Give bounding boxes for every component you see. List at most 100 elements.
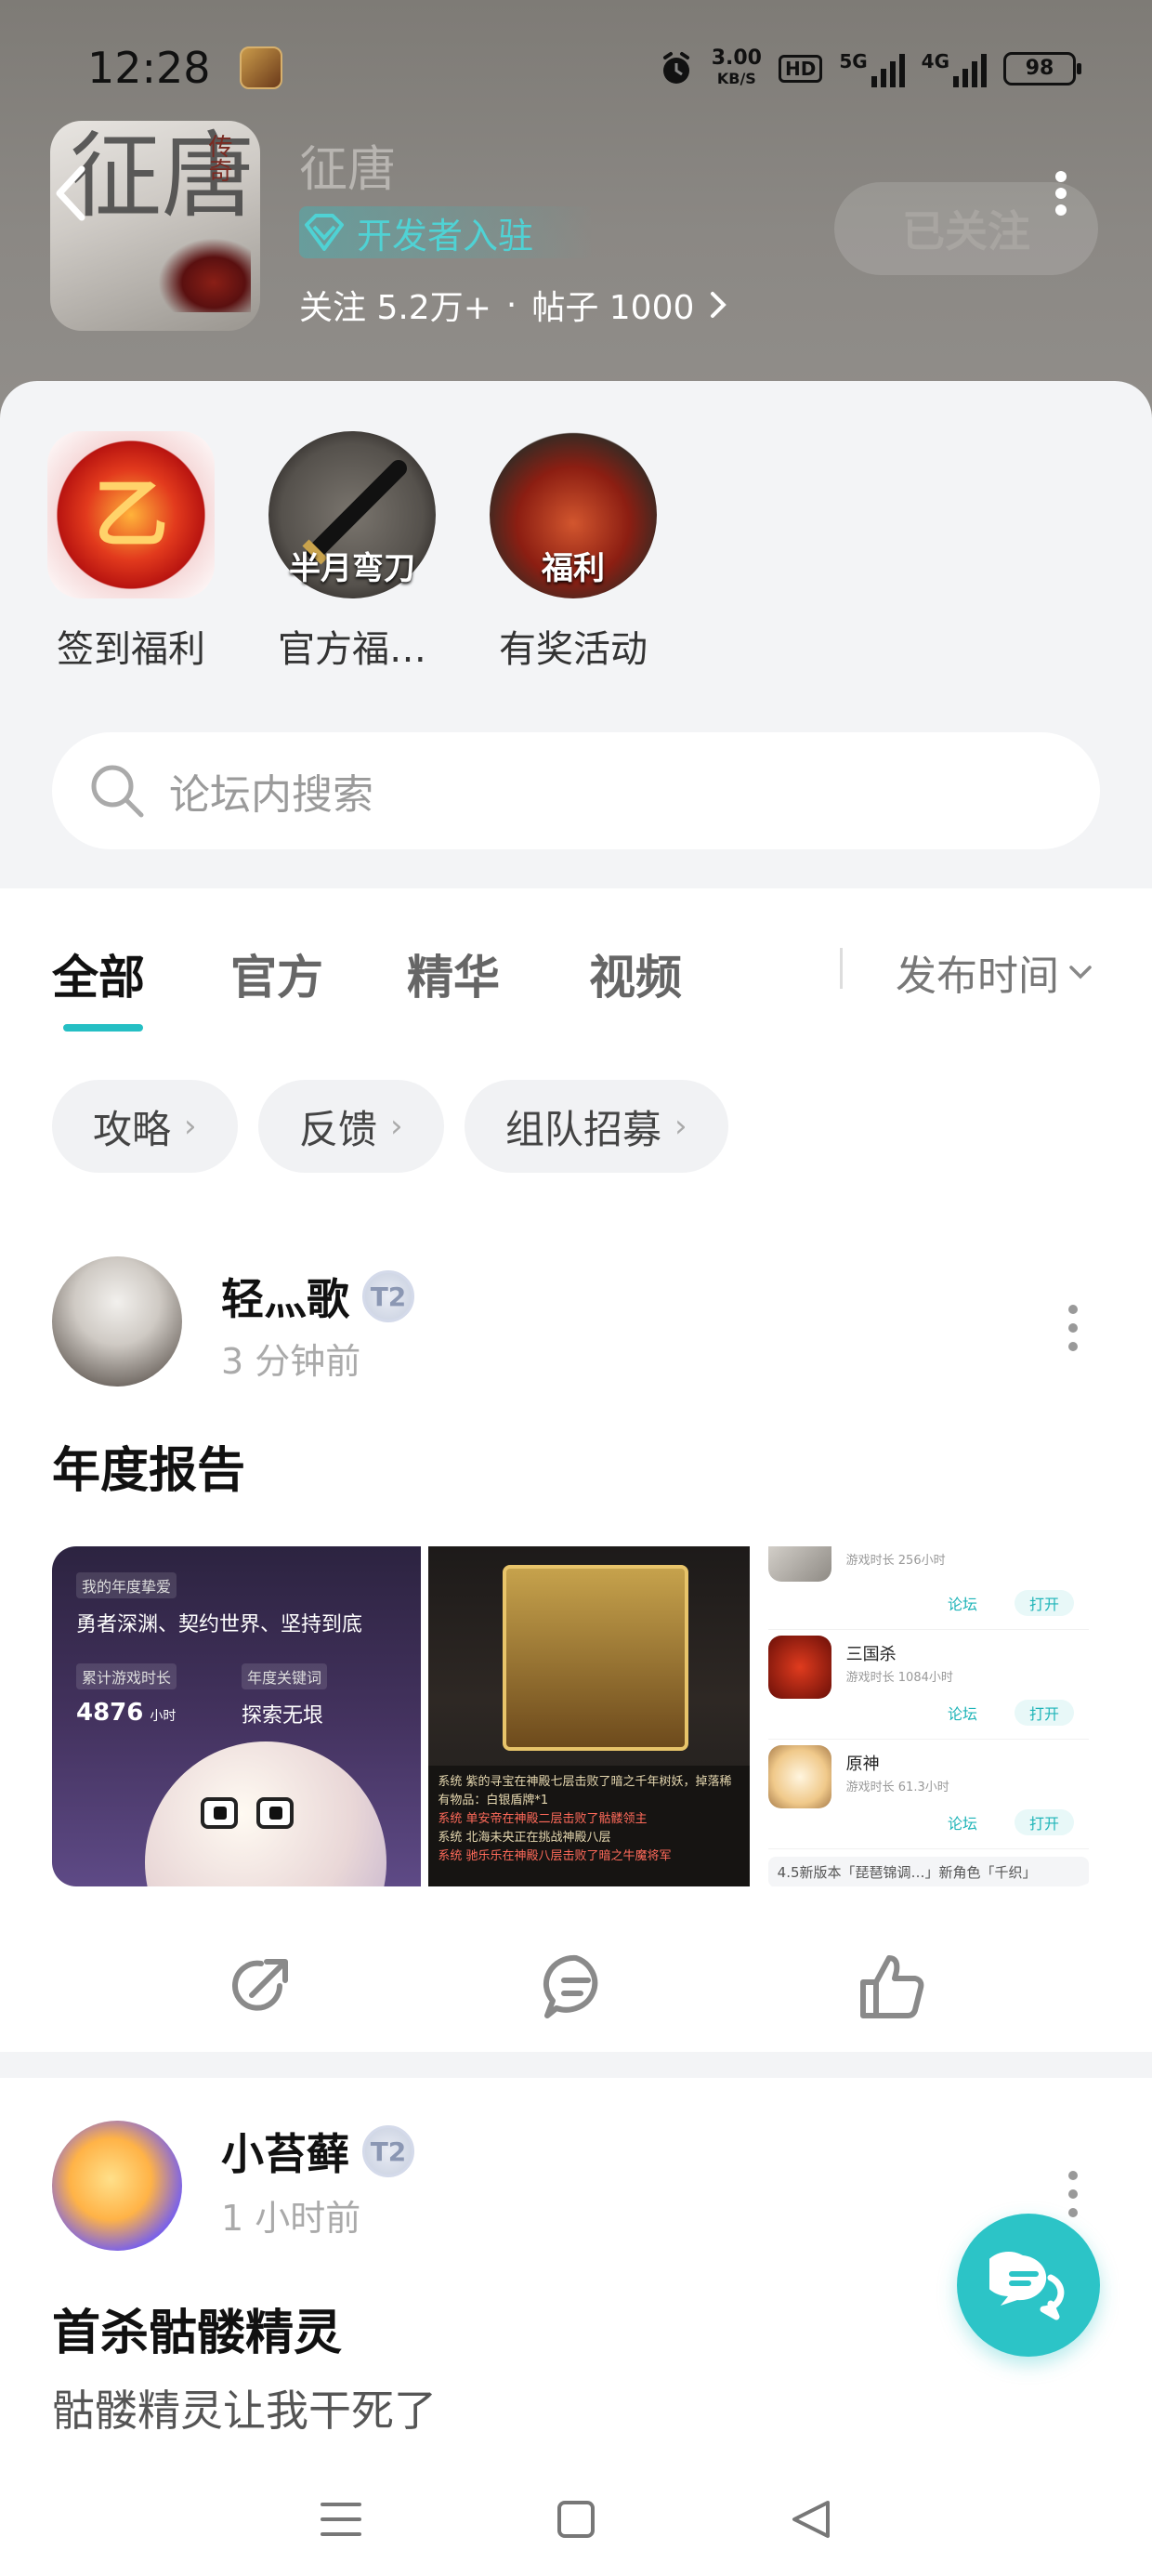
report-fav-value: 勇者深渊、契约世界、坚持到底 xyxy=(76,1613,363,1636)
chat-line: 系统 北海未央正在挑战神殿八层 xyxy=(438,1831,611,1845)
stats-separator: · xyxy=(505,285,517,324)
chevron-right-icon xyxy=(711,292,727,318)
battery-icon: 98 xyxy=(1003,52,1081,85)
chevron-down-icon xyxy=(1069,966,1092,979)
sort-label: 发布时间 xyxy=(896,953,1059,1000)
post-image-game-list[interactable]: 游戏时长 256小时 论坛 打开 三国杀 游戏时长 1084小时 论坛 打开 原… xyxy=(756,1546,1100,1886)
game-update-banner: 4.5新版本「琵琶锦调…」新角色「千织」 xyxy=(767,1857,1089,1886)
post-image-game-screenshot[interactable]: 系统 紫的寻宝在神殿七层击败了暗之千年树妖，掉落稀有物品：白银盾牌*1 系统 单… xyxy=(428,1546,750,1886)
signal-5g-icon: 5G xyxy=(839,50,905,87)
post-more-icon[interactable] xyxy=(1067,1305,1080,1351)
game-icon xyxy=(767,1546,831,1582)
post-author[interactable]: 轻灬歌 T2 xyxy=(221,1266,414,1327)
tab-featured[interactable]: 精华 xyxy=(407,940,500,1007)
chip-team-recruit[interactable]: 组队招募 › xyxy=(465,1080,728,1173)
chat-line: 系统 单安帝在神殿二层击败了骷髅领主 xyxy=(438,1812,648,1826)
chevron-right-icon: › xyxy=(674,1108,687,1145)
chevron-right-icon: › xyxy=(184,1108,197,1145)
quick-entry-label: 官方福… xyxy=(278,628,426,671)
sort-dropdown[interactable]: 发布时间 xyxy=(896,942,1093,1002)
post-body: 骷髅精灵让我干死了 xyxy=(52,2385,437,2436)
report-hours-unit: 小时 xyxy=(150,1709,177,1724)
back-icon[interactable] xyxy=(789,2497,833,2542)
prize-activity-icon: 福利 xyxy=(490,431,657,598)
post-card[interactable]: 轻灬歌 T2 3 分钟前 年度报告 我的年度挚爱 勇者深渊、契约世界、坚持到底 … xyxy=(0,1216,1152,2052)
back-button[interactable] xyxy=(43,156,98,230)
thumbs-up-icon xyxy=(860,1955,924,2018)
forum-logo-small-text: 传奇 xyxy=(204,134,232,182)
game-open-button: 打开 xyxy=(1014,1590,1074,1616)
tab-official[interactable]: 官方 xyxy=(230,940,323,1007)
username: 小苔藓 xyxy=(221,2129,349,2179)
post-time: 1 小时前 xyxy=(221,2198,361,2239)
chip-feedback[interactable]: 反馈 › xyxy=(258,1080,444,1173)
follow-count: 关注 5.2万+ xyxy=(299,289,491,327)
official-welfare-overlay: 半月弯刀 xyxy=(289,550,415,587)
new-post-button[interactable] xyxy=(957,2214,1100,2357)
post-author[interactable]: 小苔藓 T2 xyxy=(221,2121,414,2182)
network-speed: 3.00 KB/S xyxy=(712,48,762,89)
report-hours-value: 4876 xyxy=(76,1699,144,1727)
game-icon xyxy=(767,1636,831,1699)
prize-activity-overlay: 福利 xyxy=(542,550,605,587)
chat-bubbles-icon xyxy=(989,2252,1065,2320)
username: 轻灬歌 xyxy=(221,1274,349,1324)
quick-entry-label: 有奖活动 xyxy=(499,628,648,671)
quick-entry-prize-activity[interactable]: 福利 有奖活动 xyxy=(485,431,661,673)
quick-entry-label: 签到福利 xyxy=(57,628,205,671)
game-playtime: 游戏时长 256小时 xyxy=(845,1554,946,1568)
post-title: 首杀骷髅精灵 xyxy=(52,2306,343,2361)
active-tab-indicator xyxy=(63,1024,143,1032)
level-badge: T2 xyxy=(362,1270,414,1322)
game-forum-link: 论坛 xyxy=(947,1815,977,1833)
post-images[interactable]: 我的年度挚爱 勇者深渊、契约世界、坚持到底 累计游戏时长 4876 小时 年度关… xyxy=(52,1546,1100,1886)
avatar[interactable] xyxy=(52,1256,182,1387)
net-speed-value: 3.00 xyxy=(711,46,762,70)
quick-entry-sign-in[interactable]: 乙 签到福利 xyxy=(43,431,219,673)
avatar[interactable] xyxy=(52,2121,182,2251)
game-forum-link: 论坛 xyxy=(947,1705,977,1723)
game-name: 原神 xyxy=(845,1755,880,1774)
chevron-right-icon: › xyxy=(390,1108,403,1145)
quick-entry-official-welfare[interactable]: 半月弯刀 官方福… xyxy=(264,431,440,673)
post-more-icon[interactable] xyxy=(1067,2171,1080,2217)
search-input[interactable]: 论坛内搜索 xyxy=(52,732,1100,849)
game-list-row: 游戏时长 256小时 论坛 打开 xyxy=(767,1546,1089,1630)
chip-guide[interactable]: 攻略 › xyxy=(52,1080,238,1173)
signal-5g-label: 5G xyxy=(839,50,868,72)
game-icon xyxy=(767,1745,831,1808)
signal-4g-label: 4G xyxy=(921,50,949,72)
share-button[interactable] xyxy=(218,1945,302,2029)
search-icon xyxy=(91,765,144,818)
developer-badge[interactable]: 开发者入驻 xyxy=(299,206,595,258)
signal-4g-icon: 4G xyxy=(922,50,987,87)
post-actions xyxy=(0,1922,1152,2052)
game-chat-log: 系统 紫的寻宝在神殿七层击败了暗之千年树妖，掉落稀有物品：白银盾牌*1 系统 单… xyxy=(428,1766,750,1886)
post-title: 年度报告 xyxy=(52,1443,246,1499)
game-card-illustration xyxy=(503,1565,689,1751)
tab-video[interactable]: 视频 xyxy=(589,940,682,1007)
pixel-eye-left xyxy=(201,1797,238,1829)
comment-button[interactable] xyxy=(534,1945,618,2029)
chip-label: 组队招募 xyxy=(505,1106,662,1152)
more-options-icon[interactable] xyxy=(1054,171,1068,216)
hd-icon: HD xyxy=(778,55,823,83)
pixel-eye-right xyxy=(256,1797,294,1829)
post-image-annual-report[interactable]: 我的年度挚爱 勇者深渊、契约世界、坚持到底 累计游戏时长 4876 小时 年度关… xyxy=(52,1546,422,1886)
official-welfare-icon: 半月弯刀 xyxy=(268,431,436,598)
status-time: 12:28 xyxy=(87,43,211,93)
game-open-button: 打开 xyxy=(1014,1809,1074,1835)
report-keyword-value: 探索无垠 xyxy=(242,1704,324,1728)
chip-label: 反馈 xyxy=(299,1106,378,1152)
report-keyword-label: 年度关键词 xyxy=(242,1663,328,1689)
menu-icon[interactable] xyxy=(319,2499,363,2540)
home-icon[interactable] xyxy=(556,2499,596,2540)
back-arrow-icon xyxy=(56,165,85,221)
like-button[interactable] xyxy=(850,1945,934,2029)
tab-all[interactable]: 全部 xyxy=(52,940,145,1007)
status-icons: 3.00 KB/S HD 5G 4G 98 xyxy=(658,41,1081,97)
report-fav-label: 我的年度挚爱 xyxy=(76,1572,177,1598)
game-forum-link: 论坛 xyxy=(947,1596,977,1613)
forum-stats[interactable]: 关注 5.2万+ · 帖子 1000 xyxy=(299,281,727,329)
post-count: 帖子 1000 xyxy=(531,289,695,327)
